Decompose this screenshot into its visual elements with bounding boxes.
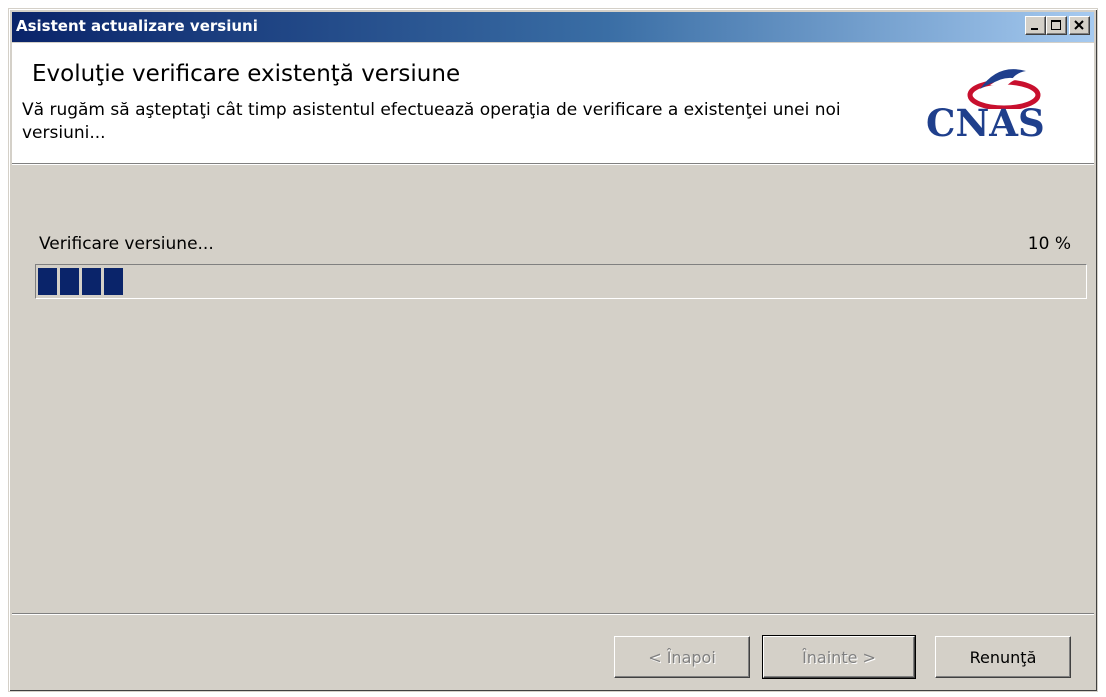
close-icon xyxy=(1074,20,1084,30)
progress-label: Verificare versiune... xyxy=(39,234,214,254)
logo-text: CNAS xyxy=(926,101,1045,145)
progress-percent: 10 % xyxy=(1027,234,1071,254)
footer-divider xyxy=(12,613,1094,615)
close-button[interactable] xyxy=(1069,16,1090,35)
maximize-icon xyxy=(1051,20,1061,30)
title-bar[interactable]: Asistent actualizare versiuni xyxy=(12,12,1094,42)
header-panel: Evoluţie verificare existenţă versiune V… xyxy=(12,43,1094,165)
progress-chunk xyxy=(82,268,101,295)
progress-chunk xyxy=(60,268,79,295)
page-title: Evoluţie verificare existenţă versiune xyxy=(32,61,461,87)
minimize-button[interactable] xyxy=(1025,16,1046,35)
progress-fill xyxy=(38,268,143,295)
window-title: Asistent actualizare versiuni xyxy=(16,17,258,35)
cnas-logo: CNAS xyxy=(918,59,1078,149)
maximize-button[interactable] xyxy=(1046,16,1067,35)
progress-bar xyxy=(35,264,1087,299)
next-button[interactable]: Înainte > xyxy=(762,635,916,679)
progress-chunk xyxy=(104,268,123,295)
page-description: Vă rugăm să aşteptaţi cât timp asistentu… xyxy=(22,100,841,143)
wizard-window: Asistent actualizare versiuni Evoluţie v… xyxy=(8,8,1098,692)
minimize-icon xyxy=(1031,28,1038,30)
cancel-button[interactable]: Renunţă xyxy=(935,636,1071,678)
back-button[interactable]: < Înapoi xyxy=(614,636,750,678)
progress-chunk xyxy=(38,268,57,295)
